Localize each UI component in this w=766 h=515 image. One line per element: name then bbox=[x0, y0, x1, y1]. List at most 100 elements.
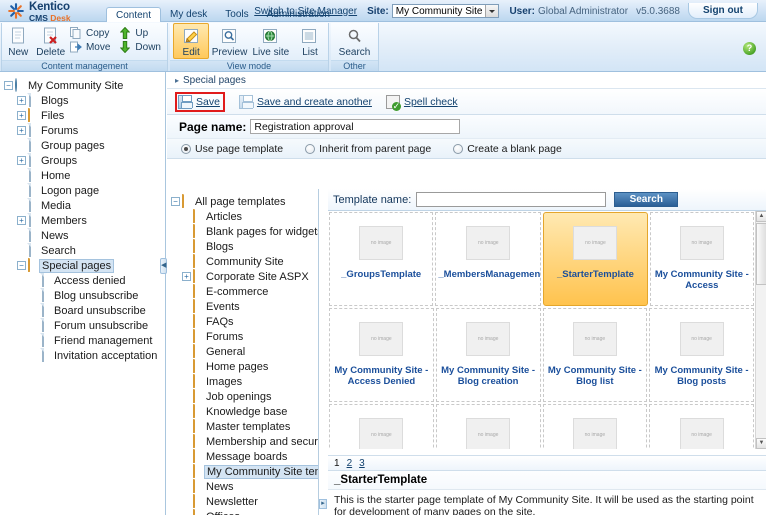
expand-icon[interactable]: + bbox=[17, 96, 26, 105]
tree-node[interactable]: Blank pages for widgets bbox=[171, 224, 318, 239]
tree-node[interactable]: Events bbox=[171, 299, 318, 314]
page-link-2[interactable]: 2 bbox=[347, 458, 353, 469]
template-card[interactable]: no image _GroupsTemplate bbox=[329, 212, 434, 306]
search-button[interactable]: Search bbox=[331, 23, 378, 58]
tree-node[interactable]: General bbox=[171, 344, 318, 359]
tree-node[interactable]: Images bbox=[171, 374, 318, 389]
expand-icon[interactable]: + bbox=[17, 156, 26, 165]
tree-node[interactable]: Offices bbox=[171, 509, 318, 515]
tree-node[interactable]: Community Site bbox=[171, 254, 318, 269]
tab-my-desk[interactable]: My desk bbox=[161, 7, 216, 22]
radio-inherit-from-parent-page[interactable]: Inherit from parent page bbox=[305, 143, 431, 155]
tree-node-label: Home pages bbox=[206, 360, 269, 373]
template-card[interactable]: no image bbox=[649, 404, 754, 449]
site-select[interactable]: My Community Site bbox=[391, 4, 500, 18]
tree-node[interactable]: Blogs bbox=[171, 239, 318, 254]
page-link-3[interactable]: 3 bbox=[359, 458, 365, 469]
tree-node[interactable]: Logon page bbox=[4, 183, 165, 198]
tree-node[interactable]: Home pages bbox=[171, 359, 318, 374]
move-button[interactable]: Move bbox=[67, 40, 116, 54]
list-button[interactable]: List bbox=[292, 23, 328, 58]
edit-button[interactable]: Edit bbox=[173, 23, 210, 59]
delete-button[interactable]: Delete bbox=[34, 23, 66, 58]
expand-icon[interactable]: + bbox=[17, 126, 26, 135]
collapse-icon[interactable]: − bbox=[17, 261, 26, 270]
template-card[interactable]: no image My Community Site - Access bbox=[649, 212, 755, 306]
tree-node[interactable]: + Files bbox=[4, 108, 165, 123]
preview-button[interactable]: Preview bbox=[209, 23, 249, 58]
collapse-icon[interactable]: − bbox=[171, 197, 180, 206]
save-and-create-another-button[interactable]: Save and create another bbox=[238, 94, 372, 109]
tree-node[interactable]: Friend management bbox=[4, 333, 165, 348]
tree-node[interactable]: Forum unsubscribe bbox=[4, 318, 165, 333]
down-button[interactable]: Down bbox=[116, 40, 167, 54]
save-button[interactable]: Save bbox=[175, 91, 225, 112]
tree-node[interactable]: Message boards bbox=[171, 449, 318, 464]
expand-icon[interactable]: + bbox=[17, 111, 26, 120]
left-splitter-handle[interactable]: ◀ bbox=[160, 258, 167, 274]
tree-node[interactable]: News bbox=[171, 479, 318, 494]
copy-button[interactable]: Copy bbox=[67, 26, 116, 40]
collapse-icon[interactable]: − bbox=[4, 81, 13, 90]
template-card[interactable]: no image bbox=[542, 404, 648, 449]
spell-check-button[interactable]: Spell check bbox=[385, 94, 458, 111]
template-card[interactable]: no image My Community Site - Blog creatio… bbox=[435, 308, 541, 402]
template-name-input[interactable] bbox=[416, 192, 607, 207]
template-card[interactable]: no image bbox=[435, 404, 541, 449]
tree-node[interactable]: Media bbox=[4, 198, 165, 213]
template-card[interactable]: no image My Community Site - Blog posts bbox=[649, 308, 754, 402]
sign-out-button[interactable]: Sign out bbox=[688, 3, 758, 19]
tree-node[interactable]: Forums bbox=[171, 329, 318, 344]
tree-node[interactable]: Knowledge base bbox=[171, 404, 318, 419]
template-grid-scrollbar[interactable]: ▲ ▼ bbox=[755, 211, 766, 449]
tree-node[interactable]: News bbox=[4, 228, 165, 243]
template-search-button[interactable]: Search bbox=[614, 192, 679, 207]
template-card[interactable]: no image _MembersManagemen bbox=[435, 212, 542, 306]
tree-node[interactable]: + Members bbox=[4, 213, 165, 228]
tree-node[interactable]: + Corporate Site ASPX bbox=[171, 269, 318, 284]
tree-node[interactable]: Blog unsubscribe bbox=[4, 288, 165, 303]
tree-node[interactable]: Search bbox=[4, 243, 165, 258]
tree-node[interactable]: Access denied bbox=[4, 273, 165, 288]
template-panel-splitter-handle[interactable]: ▸ bbox=[319, 499, 327, 509]
radio-create-a-blank-page[interactable]: Create a blank page bbox=[453, 143, 562, 155]
tree-node[interactable]: E-commerce bbox=[171, 284, 318, 299]
tree-node[interactable]: Board unsubscribe bbox=[4, 303, 165, 318]
tree-node[interactable]: + Blogs bbox=[4, 93, 165, 108]
tree-node[interactable]: My Community Site templates bbox=[171, 464, 318, 479]
tab-content[interactable]: Content bbox=[106, 7, 162, 22]
new-button[interactable]: New bbox=[2, 23, 34, 58]
tree-node[interactable]: Invitation acceptation bbox=[4, 348, 165, 363]
template-grid-row: no image My Community Site - Access Denie… bbox=[328, 307, 755, 403]
expand-icon[interactable]: + bbox=[17, 216, 26, 225]
up-button[interactable]: Up bbox=[116, 26, 167, 40]
template-card[interactable]: no image _StarterTemplate bbox=[543, 212, 648, 306]
scrollbar-thumb[interactable] bbox=[756, 223, 766, 285]
tree-node[interactable]: Articles bbox=[171, 209, 318, 224]
tree-node[interactable]: Newsletter bbox=[171, 494, 318, 509]
live-site-button[interactable]: Live site bbox=[250, 23, 292, 58]
tree-node[interactable]: − All page templates bbox=[171, 194, 318, 209]
tree-node[interactable]: Job openings bbox=[171, 389, 318, 404]
tree-node[interactable]: − My Community Site bbox=[4, 78, 165, 93]
template-card[interactable]: no image My Community Site - Access Denie… bbox=[329, 308, 434, 402]
tree-node[interactable]: + Groups bbox=[4, 153, 165, 168]
template-card[interactable]: no image bbox=[329, 404, 434, 449]
tree-node[interactable]: FAQs bbox=[171, 314, 318, 329]
help-icon[interactable]: ? bbox=[743, 42, 756, 55]
scroll-up-arrow-icon[interactable]: ▲ bbox=[756, 211, 766, 222]
tree-node[interactable]: Membership and security bbox=[171, 434, 318, 449]
tree-node[interactable]: − Special pages bbox=[4, 258, 165, 273]
tree-node[interactable]: Master templates bbox=[171, 419, 318, 434]
tree-node[interactable]: + Forums bbox=[4, 123, 165, 138]
switch-to-site-manager-link[interactable]: Switch to Site Manager bbox=[254, 6, 357, 17]
tree-node[interactable]: Home bbox=[4, 168, 165, 183]
scroll-down-arrow-icon[interactable]: ▼ bbox=[756, 438, 766, 449]
tree-node[interactable]: Group pages bbox=[4, 138, 165, 153]
ribbon-group-view-mode: Edit Preview Live site List View mode bbox=[170, 23, 329, 71]
page-name-input[interactable] bbox=[250, 119, 461, 134]
template-card[interactable]: no image My Community Site - Blog list bbox=[542, 308, 648, 402]
radio-use-page-template[interactable]: Use page template bbox=[181, 143, 283, 155]
tab-tools[interactable]: Tools bbox=[216, 7, 257, 22]
expand-icon[interactable]: + bbox=[182, 272, 191, 281]
